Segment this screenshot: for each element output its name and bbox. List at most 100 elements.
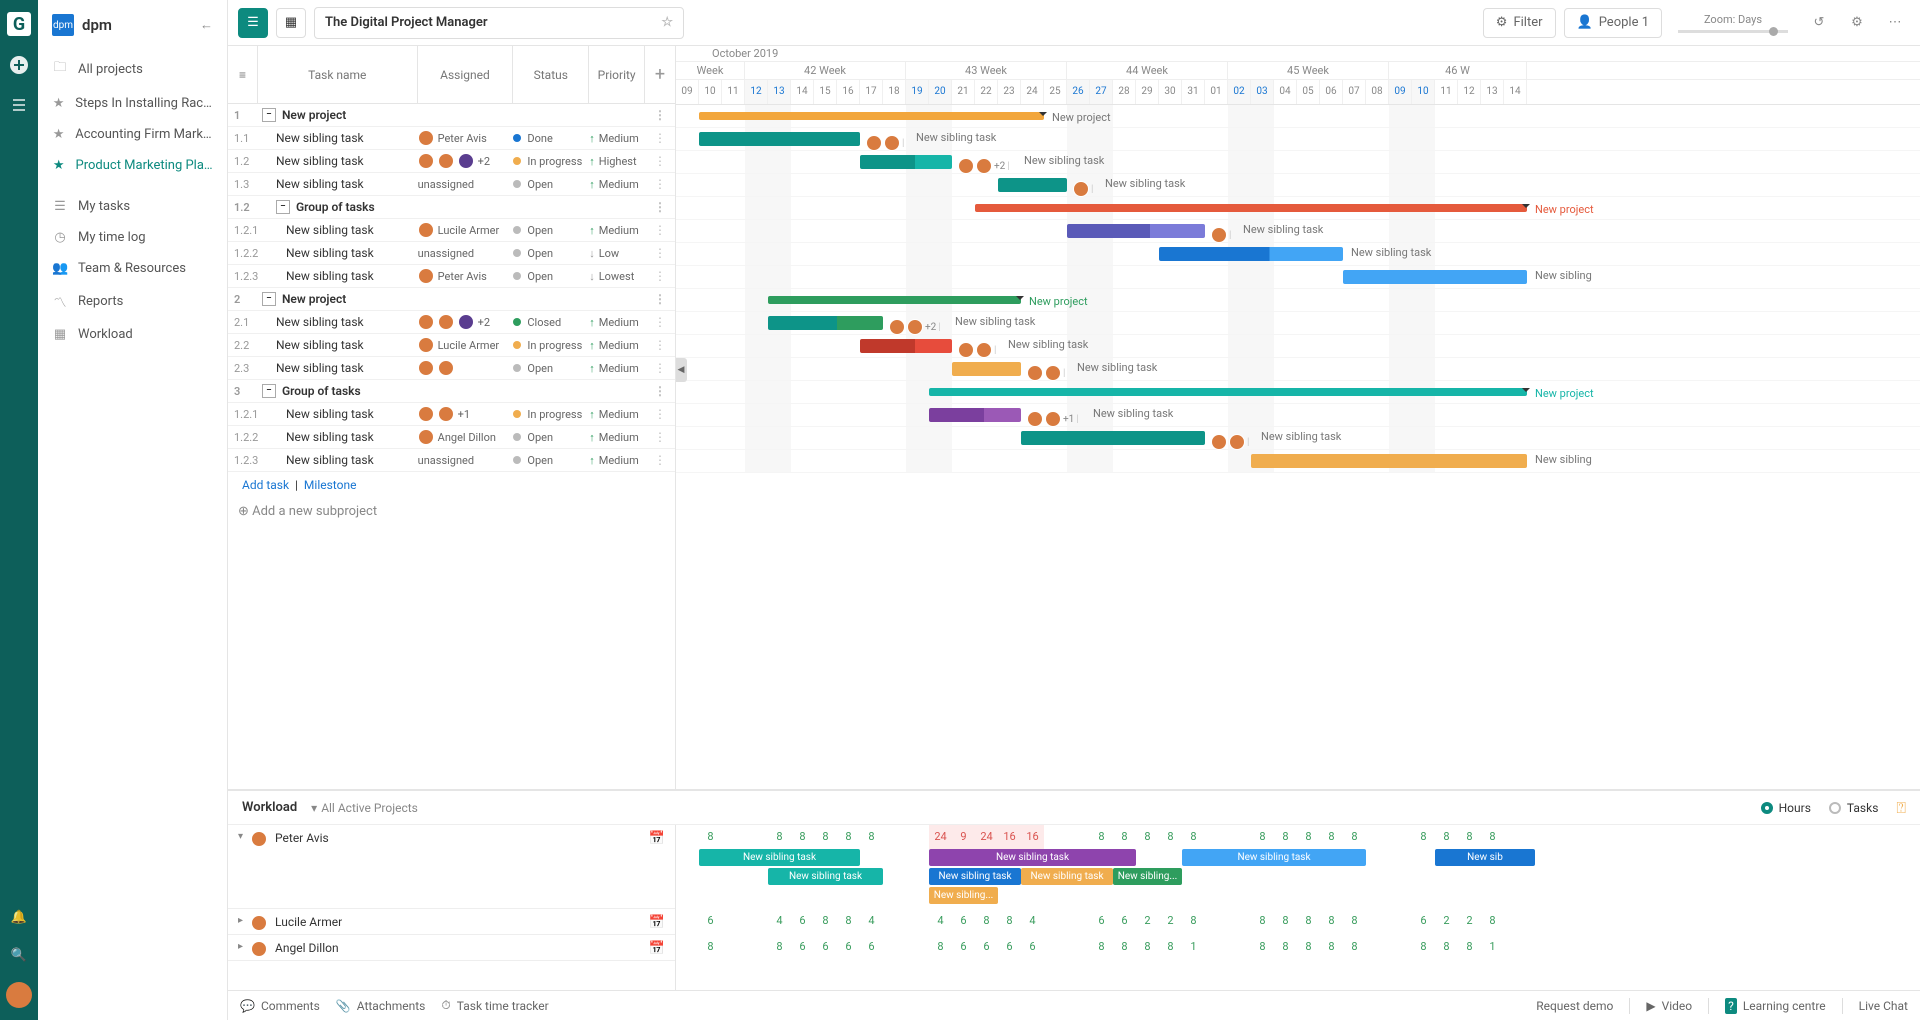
sort-icon[interactable]: ≡ [228, 46, 258, 103]
learning-link[interactable]: ? Learning centre [1725, 998, 1826, 1014]
menu-icon[interactable] [8, 94, 30, 116]
timeline-row[interactable]: New sibling task | [676, 174, 1920, 197]
row-menu-icon[interactable]: ⋮ [645, 269, 675, 283]
collapse-grid-handle[interactable]: ◀ [676, 358, 687, 382]
workload-bar[interactable]: New sibling task [699, 849, 860, 866]
timeline-row[interactable]: New sibling task | [676, 427, 1920, 450]
collapse-toggle[interactable]: − [262, 108, 276, 122]
task-group-row[interactable]: 1−New project⋮ [228, 104, 675, 127]
request-demo-link[interactable]: Request demo [1536, 999, 1613, 1013]
row-menu-icon[interactable]: ⋮ [645, 223, 675, 237]
workload-bar[interactable]: New sibling task [929, 849, 1136, 866]
timeline-row[interactable]: New sibling task | [676, 220, 1920, 243]
workload-bar[interactable]: New sibling task [1182, 849, 1366, 866]
sidebar-all-projects[interactable]: 🗀 All projects [38, 50, 227, 88]
help-icon[interactable]: ⍰ [1896, 798, 1906, 818]
timeline-row[interactable]: New project [676, 381, 1920, 404]
timeline-row[interactable]: New sibling task | [676, 128, 1920, 151]
add-subproject-button[interactable]: ⊕ Add a new subproject [228, 498, 675, 525]
task-row[interactable]: 1.2.3New sibling taskPeter AvisOpen↓Lowe… [228, 265, 675, 288]
gantt-view-button[interactable]: ☰ [238, 8, 268, 38]
search-icon[interactable]: 🔍 [8, 944, 30, 966]
task-row[interactable]: 1.2.1New sibling taskLucile ArmerOpen↑Me… [228, 219, 675, 242]
sidebar-starred-project[interactable]: ★Steps In Installing Rack Mo... [38, 88, 227, 119]
task-row[interactable]: 2.3New sibling taskOpen↑Medium⋮ [228, 357, 675, 380]
gantt-bar[interactable]: New sibling task | [1067, 224, 1205, 238]
add-task-link[interactable]: Add task [242, 478, 289, 492]
history-icon[interactable]: ↺ [1804, 8, 1834, 38]
task-row[interactable]: 1.2.1New sibling task+1In progress↑Mediu… [228, 403, 675, 426]
workload-person-row[interactable]: ▸Lucile Armer📅 [228, 909, 675, 935]
workload-person-row[interactable]: ▸Angel Dillon📅 [228, 935, 675, 961]
task-row[interactable]: 1.2.3New sibling taskunassignedOpen↑Medi… [228, 449, 675, 472]
col-assigned[interactable]: Assigned [418, 46, 514, 103]
sidebar-nav-item[interactable]: ◷My time log [38, 222, 227, 253]
gantt-bar[interactable]: New sibling task+2 | [768, 316, 883, 330]
add-milestone-link[interactable]: Milestone [304, 478, 357, 492]
gantt-bar[interactable]: New project [699, 112, 1044, 120]
row-menu-icon[interactable]: ⋮ [645, 200, 675, 214]
gantt-bar[interactable]: New sibling [1343, 270, 1527, 284]
user-avatar[interactable] [6, 982, 32, 1008]
calendar-icon[interactable]: 📅 [649, 941, 665, 956]
workload-bar[interactable]: New sibling... [1113, 868, 1182, 885]
workload-bar[interactable]: New sib [1435, 849, 1535, 866]
gantt-bar[interactable]: New sibling task [1159, 247, 1343, 261]
sidebar-nav-item[interactable]: ▦Workload [38, 319, 227, 350]
sidebar-nav-item[interactable]: 〽Reports [38, 284, 227, 319]
gantt-bar[interactable]: New sibling task+2 | [860, 155, 952, 169]
workload-filter-dropdown[interactable]: ▾ All Active Projects [311, 801, 418, 815]
timeline-row[interactable]: New project [676, 105, 1920, 128]
time-tracker-button[interactable]: ⏱ Task time tracker [441, 998, 548, 1013]
gantt-bar[interactable]: New sibling task+1 | [929, 408, 1021, 422]
task-row[interactable]: 1.2.2New sibling taskAngel DillonOpen↑Me… [228, 426, 675, 449]
filter-button[interactable]: ⚙Filter [1483, 8, 1556, 38]
row-menu-icon[interactable]: ⋮ [645, 177, 675, 191]
collapse-toggle[interactable]: − [262, 384, 276, 398]
calendar-icon[interactable]: 📅 [649, 915, 665, 930]
timeline-row[interactable]: New project [676, 197, 1920, 220]
row-menu-icon[interactable]: ⋮ [645, 430, 675, 444]
timeline-row[interactable]: New sibling [676, 450, 1920, 473]
sidebar-nav-item[interactable]: 👥Team & Resources [38, 253, 227, 284]
back-icon[interactable]: ← [200, 17, 213, 33]
gantt-bar[interactable]: New sibling [1251, 454, 1527, 468]
gantt-bar[interactable]: New project [768, 296, 1021, 304]
row-menu-icon[interactable]: ⋮ [645, 154, 675, 168]
gantt-bar[interactable]: New sibling task | [952, 362, 1021, 376]
task-group-row[interactable]: 1.2−Group of tasks⋮ [228, 196, 675, 219]
gantt-bar[interactable]: New project [975, 204, 1527, 212]
gantt-bar[interactable]: New sibling task | [699, 132, 860, 146]
task-row[interactable]: 1.1New sibling taskPeter AvisDone↑Medium… [228, 127, 675, 150]
workload-tasks-radio[interactable]: Tasks [1829, 801, 1879, 815]
attachments-button[interactable]: 📎 Attachments [336, 999, 426, 1013]
add-column-button[interactable]: + [645, 46, 675, 103]
sidebar-starred-project[interactable]: ★Accounting Firm Marketing... [38, 119, 227, 150]
row-menu-icon[interactable]: ⋮ [645, 407, 675, 421]
row-menu-icon[interactable]: ⋮ [645, 453, 675, 467]
timeline-row[interactable]: New sibling task [676, 243, 1920, 266]
sidebar-nav-item[interactable]: ☰My tasks [38, 191, 227, 222]
workload-bar[interactable]: New sibling task [929, 868, 1021, 885]
star-icon[interactable]: ☆ [661, 15, 673, 30]
gantt-bar[interactable]: New sibling task | [1021, 431, 1205, 445]
task-row[interactable]: 1.2.2New sibling taskunassignedOpen↓Low⋮ [228, 242, 675, 265]
timeline-row[interactable]: New sibling task+2 | [676, 151, 1920, 174]
workload-bar[interactable]: New sibling... [929, 887, 998, 904]
people-button[interactable]: 👤People 1 [1564, 8, 1663, 38]
row-menu-icon[interactable]: ⋮ [645, 292, 675, 306]
task-group-row[interactable]: 3−Group of tasks⋮ [228, 380, 675, 403]
chevron-icon[interactable]: ▾ [238, 831, 243, 842]
chevron-icon[interactable]: ▸ [238, 941, 243, 952]
row-menu-icon[interactable]: ⋮ [645, 338, 675, 352]
timeline-row[interactable]: New sibling task+1 | [676, 404, 1920, 427]
task-row[interactable]: 2.1New sibling task+2Closed↑Medium⋮ [228, 311, 675, 334]
add-icon[interactable] [8, 54, 30, 76]
zoom-slider[interactable]: Zoom: Days [1678, 13, 1788, 33]
timeline-row[interactable]: New sibling [676, 266, 1920, 289]
row-menu-icon[interactable]: ⋮ [645, 246, 675, 260]
video-link[interactable]: ▶ Video [1646, 999, 1692, 1013]
settings-icon[interactable]: ⚙ [1842, 8, 1872, 38]
collapse-toggle[interactable]: − [276, 200, 290, 214]
bell-icon[interactable]: 🔔 [8, 906, 30, 928]
